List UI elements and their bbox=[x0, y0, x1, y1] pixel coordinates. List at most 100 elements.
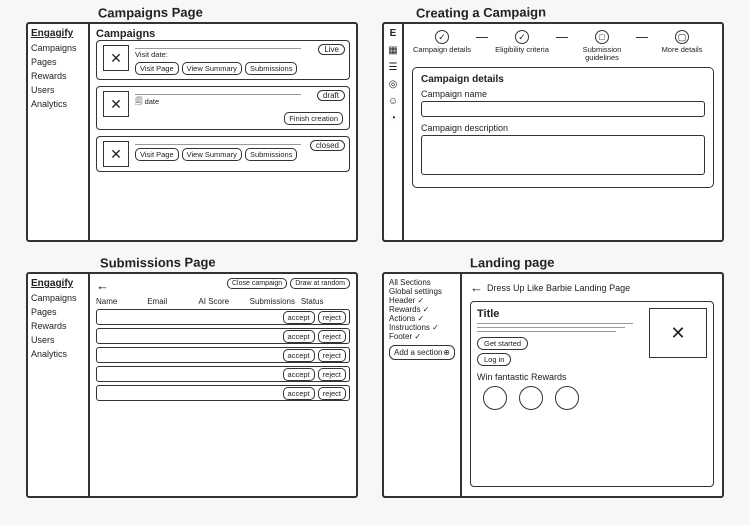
table-row: acceptreject bbox=[96, 366, 350, 382]
page-title: Campaigns bbox=[96, 28, 350, 40]
step-connector bbox=[636, 37, 648, 38]
login-button[interactable]: Log in bbox=[477, 353, 511, 366]
nav-users[interactable]: Users bbox=[31, 335, 85, 345]
landing-preview: Title Get started Log in ✕ Win fantastic… bbox=[470, 301, 714, 487]
campaign-description-label: Campaign description bbox=[421, 123, 705, 133]
accept-button[interactable]: accept bbox=[283, 311, 315, 324]
campaign-thumbnail: ✕ bbox=[103, 45, 129, 71]
campaign-card: ✕ 🗐 date Finish creation draft bbox=[96, 86, 350, 130]
landing-panel-title: Landing page bbox=[470, 255, 555, 271]
step-done-icon: ✓ bbox=[515, 30, 529, 44]
accept-button[interactable]: accept bbox=[283, 387, 315, 400]
reward-item bbox=[519, 386, 543, 410]
landing-nav-item[interactable]: Instructions ✓ bbox=[389, 323, 455, 332]
campaigns-panel-title: Campaigns Page bbox=[98, 5, 203, 21]
rewards-row bbox=[477, 386, 707, 410]
status-badge-closed: closed bbox=[310, 140, 345, 151]
view-summary-button[interactable]: View Summary bbox=[182, 148, 242, 161]
submissions-panel-title: Submissions Page bbox=[100, 254, 216, 270]
reject-button[interactable]: reject bbox=[318, 311, 346, 324]
nav-pages[interactable]: Pages bbox=[31, 307, 85, 317]
step-eligibility[interactable]: ✓ Eligibility criteria bbox=[492, 30, 552, 54]
campaign-card: ✕ Visit Page View Summary Submissions cl… bbox=[96, 136, 350, 172]
accept-button[interactable]: accept bbox=[283, 349, 315, 362]
campaign-name-label: Campaign name bbox=[421, 89, 705, 99]
landing-page-name: Dress Up Like Barbie Landing Page bbox=[487, 283, 630, 293]
col-status: Status bbox=[301, 297, 350, 306]
col-email: Email bbox=[147, 297, 196, 306]
step-connector bbox=[556, 37, 568, 38]
campaign-card: ✕ Visit date: Visit Page View Summary Su… bbox=[96, 40, 350, 80]
landing-nav-item[interactable]: Rewards ✓ bbox=[389, 305, 455, 314]
visit-page-button[interactable]: Visit Page bbox=[135, 62, 179, 75]
create-main: ✓ Campaign details ✓ Eligibility criteri… bbox=[404, 24, 722, 240]
table-header: Name Email AI Score Submissions Status bbox=[96, 297, 350, 306]
text-placeholder bbox=[135, 46, 301, 49]
campaign-thumbnail: ✕ bbox=[103, 141, 129, 167]
reject-button[interactable]: reject bbox=[318, 368, 346, 381]
reject-button[interactable]: reject bbox=[318, 330, 346, 343]
landing-nav-item[interactable]: Actions ✓ bbox=[389, 314, 455, 323]
submissions-panel: Engagify Campaigns Pages Rewards Users A… bbox=[26, 272, 358, 498]
sidebar: Engagify Campaigns Pages Rewards Users A… bbox=[28, 24, 90, 240]
step-campaign-details[interactable]: ✓ Campaign details bbox=[412, 30, 472, 54]
table-row: acceptreject bbox=[96, 347, 350, 363]
create-panel-title: Creating a Campaign bbox=[416, 4, 546, 20]
nav-rewards[interactable]: Rewards bbox=[31, 71, 85, 81]
text-placeholder bbox=[477, 325, 625, 328]
reward-item bbox=[483, 386, 507, 410]
step-more-details[interactable]: ▢ More details bbox=[652, 30, 712, 54]
campaign-description-input[interactable] bbox=[421, 135, 705, 175]
draw-random-button[interactable]: Draw at random bbox=[290, 278, 350, 289]
accept-button[interactable]: accept bbox=[283, 368, 315, 381]
nav-analytics[interactable]: Analytics bbox=[31, 349, 85, 359]
accept-button[interactable]: accept bbox=[283, 330, 315, 343]
user-icon[interactable]: ☺ bbox=[388, 96, 398, 107]
nav-pages[interactable]: Pages bbox=[31, 57, 85, 67]
add-section-button[interactable]: Add a section ⊕ bbox=[389, 345, 455, 360]
text-placeholder bbox=[135, 92, 301, 95]
plus-icon: ⊕ bbox=[443, 348, 450, 357]
landing-nav-item[interactable]: All Sections bbox=[389, 278, 455, 287]
hero-image-placeholder: ✕ bbox=[649, 308, 707, 358]
clock-icon[interactable]: ◔ bbox=[390, 113, 396, 124]
table-row: acceptreject bbox=[96, 385, 350, 401]
finish-creation-button[interactable]: Finish creation bbox=[284, 112, 343, 125]
landing-nav-item[interactable]: Global settings bbox=[389, 287, 455, 296]
list-icon[interactable]: ☰ bbox=[389, 62, 398, 73]
landing-panel: All SectionsGlobal settingsHeader ✓Rewar… bbox=[382, 272, 724, 498]
campaign-name-input[interactable] bbox=[421, 101, 705, 117]
nav-analytics[interactable]: Analytics bbox=[31, 99, 85, 109]
col-ai-score: AI Score bbox=[198, 297, 247, 306]
landing-nav-item[interactable]: Header ✓ bbox=[389, 296, 455, 305]
close-campaign-button[interactable]: Close campaign bbox=[227, 278, 287, 289]
target-icon[interactable]: ◎ bbox=[389, 79, 398, 90]
landing-nav-item[interactable]: Footer ✓ bbox=[389, 332, 455, 341]
nav-users[interactable]: Users bbox=[31, 85, 85, 95]
submissions-button[interactable]: Submissions bbox=[245, 148, 298, 161]
step-todo-icon: ▢ bbox=[675, 30, 689, 44]
reject-button[interactable]: reject bbox=[318, 387, 346, 400]
section-title: Campaign details bbox=[421, 74, 705, 85]
nav-campaigns[interactable]: Campaigns bbox=[31, 43, 85, 53]
nav-campaigns[interactable]: Campaigns bbox=[31, 293, 85, 303]
back-arrow-icon[interactable]: ← bbox=[96, 278, 109, 293]
text-placeholder bbox=[477, 321, 633, 324]
mini-sidebar: E ▦ ☰ ◎ ☺ ◔ bbox=[384, 24, 404, 240]
get-started-button[interactable]: Get started bbox=[477, 337, 528, 350]
reject-button[interactable]: reject bbox=[318, 349, 346, 362]
back-arrow-icon[interactable]: ← bbox=[470, 280, 483, 295]
step-submission[interactable]: □ Submission guidelines bbox=[572, 30, 632, 61]
campaign-thumbnail: ✕ bbox=[103, 91, 129, 117]
brand-letter: E bbox=[390, 28, 397, 39]
view-summary-button[interactable]: View Summary bbox=[182, 62, 242, 75]
visit-page-button[interactable]: Visit Page bbox=[135, 148, 179, 161]
status-badge-draft: draft bbox=[317, 90, 345, 101]
step-connector bbox=[476, 37, 488, 38]
submissions-button[interactable]: Submissions bbox=[245, 62, 298, 75]
grid-icon[interactable]: ▦ bbox=[388, 45, 397, 56]
nav-rewards[interactable]: Rewards bbox=[31, 321, 85, 331]
table-row: acceptreject bbox=[96, 309, 350, 325]
reward-item bbox=[555, 386, 579, 410]
hero-title: Title bbox=[477, 308, 641, 320]
